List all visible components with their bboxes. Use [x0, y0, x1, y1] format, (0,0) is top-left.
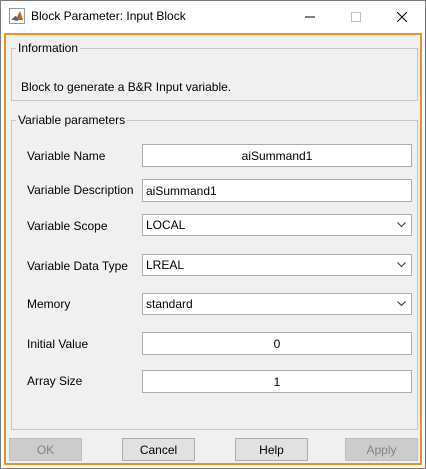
variable-scope-value: LOCAL [146, 218, 186, 232]
variable-description-label: Variable Description [27, 183, 134, 197]
ok-button[interactable]: OK [9, 438, 82, 461]
maximize-icon [351, 11, 361, 22]
dialog-window: Block Parameter: Input Block Information… [0, 0, 426, 469]
variable-data-type-dropdown[interactable]: LREAL [142, 254, 412, 276]
variable-description-value: aiSummand1 [146, 183, 217, 198]
variable-scope-dropdown[interactable]: LOCAL [142, 214, 412, 236]
variable-parameters-legend: Variable parameters [18, 113, 126, 127]
variable-name-input[interactable]: aiSummand1 [142, 144, 412, 167]
information-legend: Information [18, 41, 79, 55]
cancel-button[interactable]: Cancel [122, 438, 195, 461]
variable-data-type-label: Variable Data Type [27, 259, 128, 273]
close-icon [397, 11, 407, 22]
array-size-input[interactable]: 1 [142, 370, 412, 393]
memory-label: Memory [27, 297, 71, 311]
minimize-button[interactable] [287, 1, 333, 32]
minimize-icon [305, 16, 315, 17]
array-size-value: 1 [273, 374, 281, 389]
memory-dropdown[interactable]: standard [142, 293, 412, 315]
title-bar[interactable]: Block Parameter: Input Block [1, 1, 425, 32]
variable-name-value: aiSummand1 [241, 148, 313, 163]
variable-scope-label: Variable Scope [27, 219, 108, 233]
initial-value-value: 0 [273, 336, 281, 351]
dialog-content: Information Block to generate a B&R Inpu… [4, 33, 422, 465]
matlab-icon [9, 8, 25, 24]
information-group: Information Block to generate a B&R Inpu… [11, 41, 418, 101]
window-title: Block Parameter: Input Block [31, 9, 186, 23]
variable-parameters-group: Variable parameters Variable Name aiSumm… [11, 113, 418, 430]
variable-name-label: Variable Name [27, 149, 106, 163]
initial-value-label: Initial Value [27, 337, 89, 351]
help-button[interactable]: Help [235, 438, 308, 461]
memory-value: standard [146, 297, 193, 311]
chevron-down-icon[interactable] [393, 295, 410, 313]
variable-data-type-value: LREAL [146, 258, 185, 272]
information-text: Block to generate a B&R Input variable. [21, 80, 232, 94]
array-size-label: Array Size [27, 374, 83, 388]
apply-button[interactable]: Apply [345, 438, 418, 461]
chevron-down-icon[interactable] [393, 216, 410, 234]
variable-description-input[interactable]: aiSummand1 [142, 179, 412, 202]
initial-value-input[interactable]: 0 [142, 332, 412, 355]
close-button[interactable] [379, 1, 425, 32]
chevron-down-icon[interactable] [393, 256, 410, 274]
maximize-button[interactable] [333, 1, 379, 32]
